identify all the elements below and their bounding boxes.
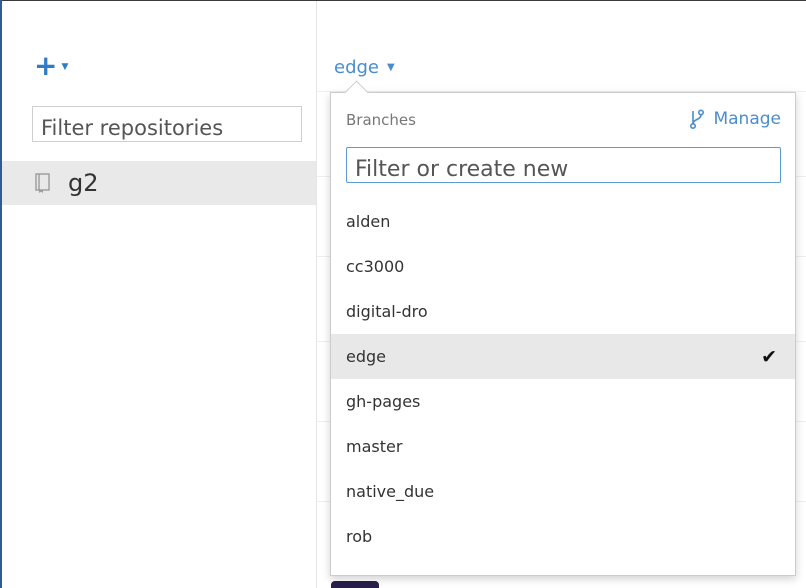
manage-branches-button[interactable]: Manage: [689, 109, 781, 129]
branch-item-label: master: [346, 437, 403, 456]
git-branch-icon: [690, 109, 705, 129]
filter-repositories-input[interactable]: [32, 106, 302, 142]
repository-sidebar: + ▼ g2: [2, 1, 317, 588]
caret-down-icon: ▼: [387, 61, 395, 73]
filter-branches-input[interactable]: [346, 147, 781, 183]
branch-item[interactable]: gh-pages: [331, 379, 795, 424]
window-left-border: [0, 0, 2, 588]
add-repository-button[interactable]: + ▼: [34, 49, 78, 82]
branch-item[interactable]: alden: [331, 199, 795, 244]
branch-item[interactable]: cc3000: [331, 244, 795, 289]
branch-item-label: alden: [346, 212, 391, 231]
branches-header: Branches: [346, 111, 416, 129]
branch-item-selected[interactable]: edge ✔: [331, 334, 795, 379]
checkmark-icon: ✔: [761, 346, 777, 368]
app-window: + ▼ g2 edge ▼ Branches: [0, 0, 806, 588]
branch-item[interactable]: rob: [331, 514, 795, 559]
repository-item-g2[interactable]: g2: [2, 161, 316, 205]
manage-label: Manage: [713, 109, 781, 129]
branch-item[interactable]: digital-dro: [331, 289, 795, 334]
branch-item-label: edge: [346, 347, 386, 366]
branch-item-label: native_due: [346, 482, 435, 501]
branch-item-label: rob: [346, 527, 373, 546]
branch-item-label: cc3000: [346, 257, 405, 276]
branch-selector[interactable]: edge ▼: [334, 54, 395, 80]
repository-name: g2: [68, 169, 99, 197]
branch-item[interactable]: native_due: [331, 469, 795, 514]
branch-item-label: gh-pages: [346, 392, 421, 411]
repo-book-icon: [35, 173, 50, 193]
branch-item[interactable]: master: [331, 424, 795, 469]
caret-down-icon: ▼: [61, 62, 69, 72]
plus-icon: +: [34, 49, 58, 82]
branch-item-label: digital-dro: [346, 302, 428, 321]
current-branch-label: edge: [334, 56, 379, 78]
background-avatar: [331, 581, 379, 588]
branch-list: alden cc3000 digital-dro edge ✔ gh-pages…: [331, 199, 795, 559]
branch-dropdown: Branches Manage alden cc3000 digital-dro…: [330, 80, 796, 576]
